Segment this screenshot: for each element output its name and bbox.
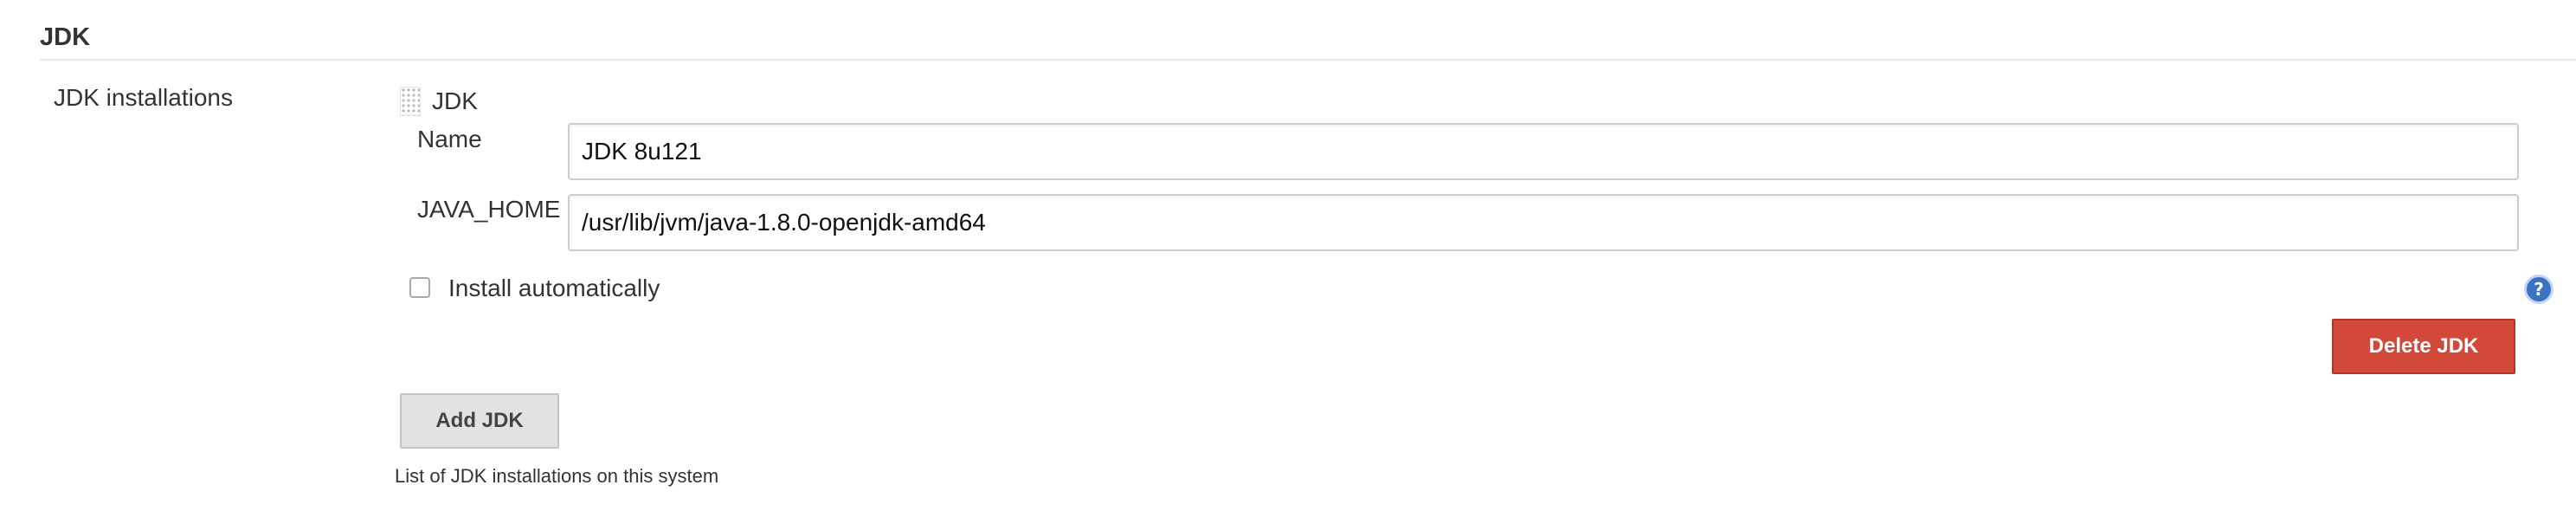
section-header: JDK [40, 0, 2576, 61]
jdk-installations-label: JDK installations [54, 84, 233, 111]
drag-handle-icon[interactable] [400, 87, 421, 116]
delete-jdk-button[interactable]: Delete JDK [2332, 319, 2515, 374]
name-input[interactable] [568, 123, 2519, 180]
install-automatically-checkbox[interactable] [409, 277, 430, 298]
jdk-installations-description: List of JDK installations on this system [395, 465, 719, 487]
help-icon[interactable]: ? [2524, 275, 2553, 304]
jdk-item-title: JDK [432, 87, 478, 114]
add-jdk-button[interactable]: Add JDK [400, 393, 559, 449]
name-label: Name [417, 126, 482, 152]
java-home-input[interactable] [568, 194, 2519, 251]
java-home-label: JAVA_HOME [417, 196, 561, 223]
section-title: JDK [40, 23, 91, 51]
install-automatically-label[interactable]: Install automatically [448, 274, 660, 303]
